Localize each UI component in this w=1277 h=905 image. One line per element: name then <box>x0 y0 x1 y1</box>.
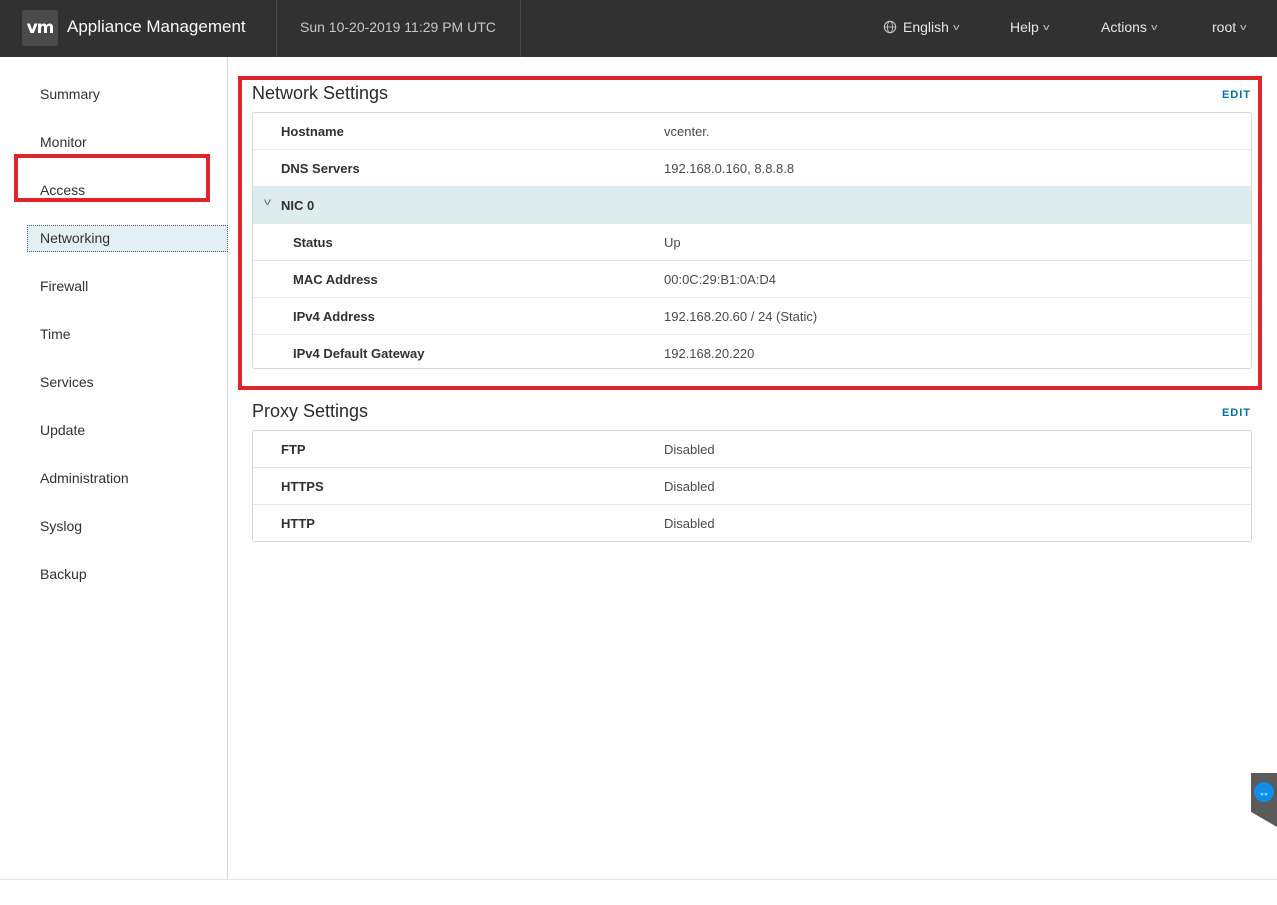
globe-icon <box>883 20 897 34</box>
chevron-down-icon: v <box>1240 22 1247 32</box>
app-title: Appliance Management <box>67 17 246 36</box>
header-datetime: Sun 10-20-2019 11:29 PM UTC <box>300 19 496 35</box>
remote-control-icon[interactable]: ↔ <box>1254 782 1274 802</box>
proxy-settings-table: FTP Disabled HTTPS Disabled HTTP Disable… <box>252 430 1252 542</box>
language-menu[interactable]: English v <box>883 19 960 35</box>
user-label: root <box>1212 19 1237 35</box>
sidebar-item-summary[interactable]: Summary <box>40 86 100 102</box>
highlight-box-networking <box>14 154 210 202</box>
sidebar-item-time[interactable]: Time <box>40 326 71 342</box>
sidebar-item-backup[interactable]: Backup <box>40 566 87 582</box>
top-header: vm Appliance Management Sun 10-20-2019 1… <box>0 0 1277 57</box>
sidebar-item-networking[interactable]: Networking <box>40 230 110 246</box>
chevron-down-icon: v <box>1151 22 1158 32</box>
sidebar-item-services[interactable]: Services <box>40 374 94 390</box>
row-key: FTP <box>281 442 306 457</box>
actions-label: Actions <box>1101 19 1147 35</box>
sidebar-item-administration[interactable]: Administration <box>40 470 129 486</box>
row-key: HTTP <box>281 516 315 531</box>
row-key: HTTPS <box>281 479 324 494</box>
sidebar-item-monitor[interactable]: Monitor <box>40 134 87 150</box>
language-label: English <box>903 19 949 35</box>
vmware-logo[interactable]: vm <box>22 10 58 46</box>
table-row: HTTPS Disabled <box>253 468 1251 505</box>
chevron-down-icon: v <box>953 22 960 32</box>
proxy-edit-button[interactable]: EDIT <box>1222 407 1251 419</box>
actions-menu[interactable]: Actions v <box>1101 19 1158 35</box>
highlight-box-network-settings <box>238 76 1262 390</box>
proxy-settings-title: Proxy Settings <box>252 401 369 421</box>
sidebar-item-syslog[interactable]: Syslog <box>40 518 82 534</box>
help-menu[interactable]: Help v <box>1010 19 1050 35</box>
table-row: HTTP Disabled <box>253 505 1251 542</box>
sidebar-item-update[interactable]: Update <box>40 422 85 438</box>
row-value: Disabled <box>664 442 715 457</box>
sidebar-item-firewall[interactable]: Firewall <box>40 278 88 294</box>
header-divider <box>276 0 277 57</box>
row-value: Disabled <box>664 516 715 531</box>
row-value: Disabled <box>664 479 715 494</box>
bottom-edge <box>0 879 1277 905</box>
user-menu[interactable]: root v <box>1212 19 1247 35</box>
chevron-down-icon: v <box>1042 22 1050 32</box>
header-divider <box>520 0 521 57</box>
help-label: Help <box>1010 19 1039 35</box>
table-row: FTP Disabled <box>253 431 1251 468</box>
